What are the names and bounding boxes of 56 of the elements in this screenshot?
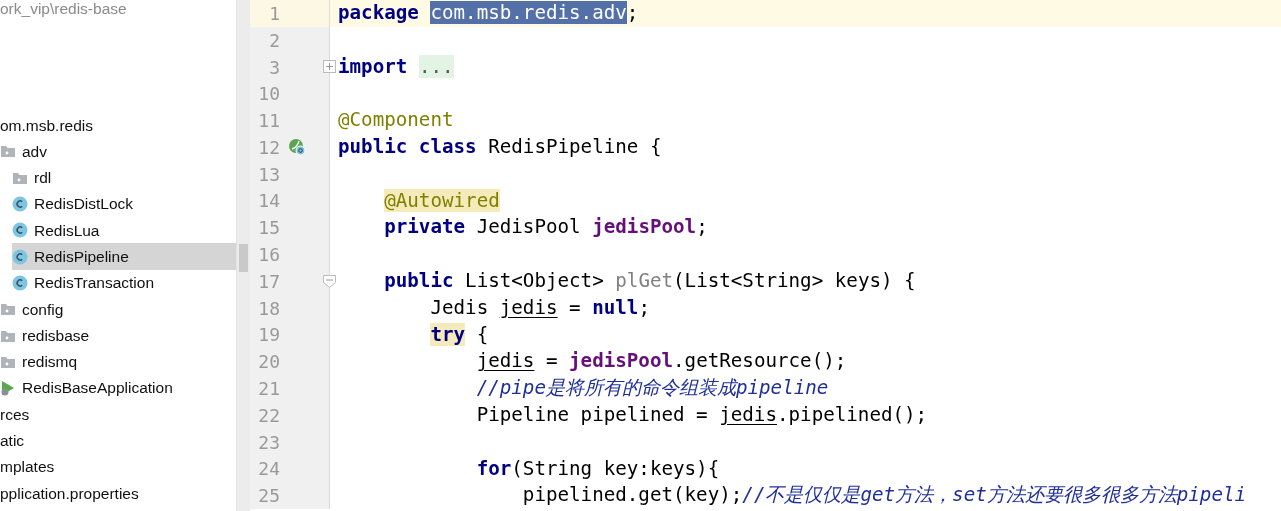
- line-number: 11: [257, 109, 280, 134]
- line-number: 15: [257, 216, 280, 241]
- code-line: pipelined.get(key);//不是仅仅是get方法，set方法还要很多很多方法pipeli: [521, 482, 1247, 509]
- tree-item[interactable]: rdl: [12, 164, 236, 191]
- bean-icon[interactable]: [288, 138, 306, 157]
- tree-item[interactable]: redisbase: [0, 322, 236, 349]
- line-number: 24: [257, 457, 280, 482]
- line-number: 22: [257, 403, 280, 428]
- tree-item[interactable]: om.msb.redis: [0, 112, 236, 139]
- tree-item[interactable]: rces: [0, 401, 236, 428]
- code-line: jedis = jedisPool.getResource();: [475, 348, 847, 375]
- line-number: 2: [268, 28, 280, 53]
- project-path: ork_vip\redis-base: [0, 0, 128, 18]
- code-line: try {: [429, 321, 489, 348]
- tree-item[interactable]: RedisBaseApplication: [0, 374, 236, 402]
- class-icon: [12, 222, 28, 239]
- app-icon: [0, 380, 16, 397]
- code-line: @Component: [337, 107, 454, 134]
- line-number: 19: [257, 323, 280, 348]
- line-number: 13: [257, 162, 280, 187]
- code-line: Pipeline pipelined = jedis.pipelined();: [475, 401, 928, 428]
- code-line: Jedis jedis = null;: [429, 294, 650, 321]
- tree-item[interactable]: config: [0, 296, 236, 323]
- tree-item[interactable]: redismq: [0, 348, 236, 375]
- tree-item[interactable]: RedisDistLock: [12, 190, 236, 218]
- line-number: 12: [257, 135, 280, 160]
- class-icon: [12, 196, 28, 213]
- tree-item[interactable]: mplates: [0, 453, 236, 481]
- code-line: private JedisPool jedisPool;: [383, 214, 708, 241]
- line-number: 23: [257, 430, 280, 455]
- tree-item[interactable]: adv: [0, 138, 236, 165]
- collapse-icon[interactable]: [323, 274, 336, 288]
- tree-item[interactable]: RedisPipeline: [12, 243, 236, 270]
- line-number: 3: [268, 55, 280, 80]
- scrollbar[interactable]: [236, 0, 250, 511]
- code-line: public class RedisPipeline {: [337, 134, 662, 160]
- line-number: 10: [257, 82, 280, 107]
- code-line: //pipe是将所有的命令组装成pipeline: [475, 375, 829, 402]
- tree-item[interactable]: pplication.properties: [0, 480, 236, 507]
- tree-item[interactable]: atic: [0, 427, 236, 454]
- expand-icon[interactable]: [323, 60, 336, 74]
- scrollbar-thumb[interactable]: [239, 244, 248, 272]
- line-number: 20: [257, 350, 280, 375]
- line-number: 25: [257, 484, 280, 509]
- line-number: 1: [268, 1, 280, 26]
- line-number: 21: [257, 377, 280, 402]
- line-number: 14: [257, 189, 280, 214]
- code-line: public List<Object> plGet(List<String> keys) {: [383, 267, 916, 294]
- line-number: 17: [257, 269, 280, 294]
- class-icon: [12, 248, 28, 265]
- code-line: for(String key:keys){: [475, 455, 720, 482]
- tree-item[interactable]: RedisTransaction: [12, 269, 236, 297]
- class-icon: [12, 274, 28, 291]
- line-number: 16: [257, 243, 280, 268]
- tree-item[interactable]: RedisLua: [12, 217, 236, 244]
- line-number: 18: [257, 296, 280, 321]
